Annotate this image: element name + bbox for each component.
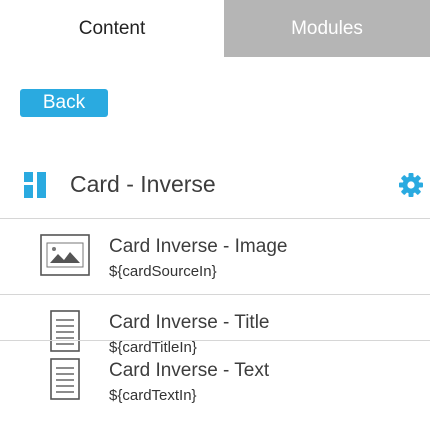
list-item-title: Card Inverse - Title <box>109 312 270 333</box>
text-doc-icon <box>50 358 80 400</box>
tab-bar: Content Modules <box>0 0 430 57</box>
list-item-title: Card Inverse - Image <box>109 236 288 257</box>
divider <box>0 218 430 219</box>
list-item[interactable]: Card Inverse - Text ${cardTextIn} <box>0 346 430 418</box>
divider <box>0 294 430 295</box>
module-header: Card - Inverse <box>0 160 430 210</box>
list-item[interactable]: Card Inverse - Image ${cardSourceIn} <box>0 222 430 294</box>
gear-icon[interactable] <box>398 172 424 198</box>
module-blocks-icon <box>24 172 46 198</box>
list-item-subtitle: ${cardTextIn} <box>109 387 197 404</box>
tab-content[interactable]: Content <box>0 0 224 57</box>
divider <box>0 340 430 341</box>
image-icon <box>40 234 90 276</box>
list-item-subtitle: ${cardSourceIn} <box>109 263 217 280</box>
tab-modules[interactable]: Modules <box>224 0 430 57</box>
list-item-title: Card Inverse - Text <box>109 360 270 381</box>
module-title: Card - Inverse <box>70 171 216 197</box>
back-button[interactable]: Back <box>20 89 108 117</box>
